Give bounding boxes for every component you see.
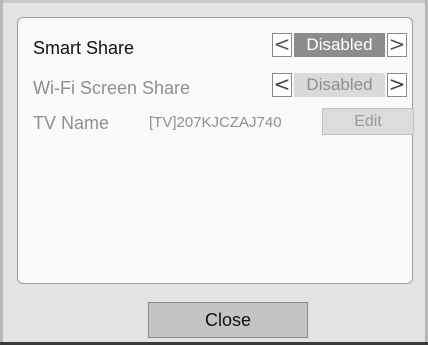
frame-left-edge: [0, 0, 3, 345]
smart-share-value: Disabled: [294, 33, 385, 57]
wifi-screen-share-next-button[interactable]: >: [387, 73, 407, 97]
smart-share-prev-button[interactable]: <: [272, 33, 292, 57]
tv-name-row: TV Name [TV]207KJCZAJ740 Edit: [18, 108, 414, 138]
tv-name-edit-button[interactable]: Edit: [322, 108, 414, 135]
settings-panel: Smart Share < Disabled > Wi-Fi Screen Sh…: [17, 17, 414, 284]
smart-share-row[interactable]: Smart Share < Disabled >: [18, 33, 414, 63]
wifi-screen-share-stepper[interactable]: < Disabled >: [272, 73, 414, 99]
tv-name-value: [TV]207KJCZAJ740: [149, 114, 282, 131]
close-button[interactable]: Close: [148, 302, 308, 338]
wifi-screen-share-row[interactable]: Wi-Fi Screen Share < Disabled >: [18, 73, 414, 103]
wifi-screen-share-prev-button[interactable]: <: [272, 73, 292, 97]
wifi-screen-share-label: Wi-Fi Screen Share: [33, 78, 191, 98]
wifi-screen-share-value: Disabled: [294, 73, 385, 97]
frame-top-edge: [0, 0, 428, 3]
dialog-frame: Smart Share < Disabled > Wi-Fi Screen Sh…: [0, 0, 428, 345]
smart-share-label: Smart Share: [33, 38, 135, 58]
tv-name-label: TV Name: [33, 113, 110, 133]
smart-share-stepper[interactable]: < Disabled >: [272, 33, 414, 59]
smart-share-next-button[interactable]: >: [387, 33, 407, 57]
